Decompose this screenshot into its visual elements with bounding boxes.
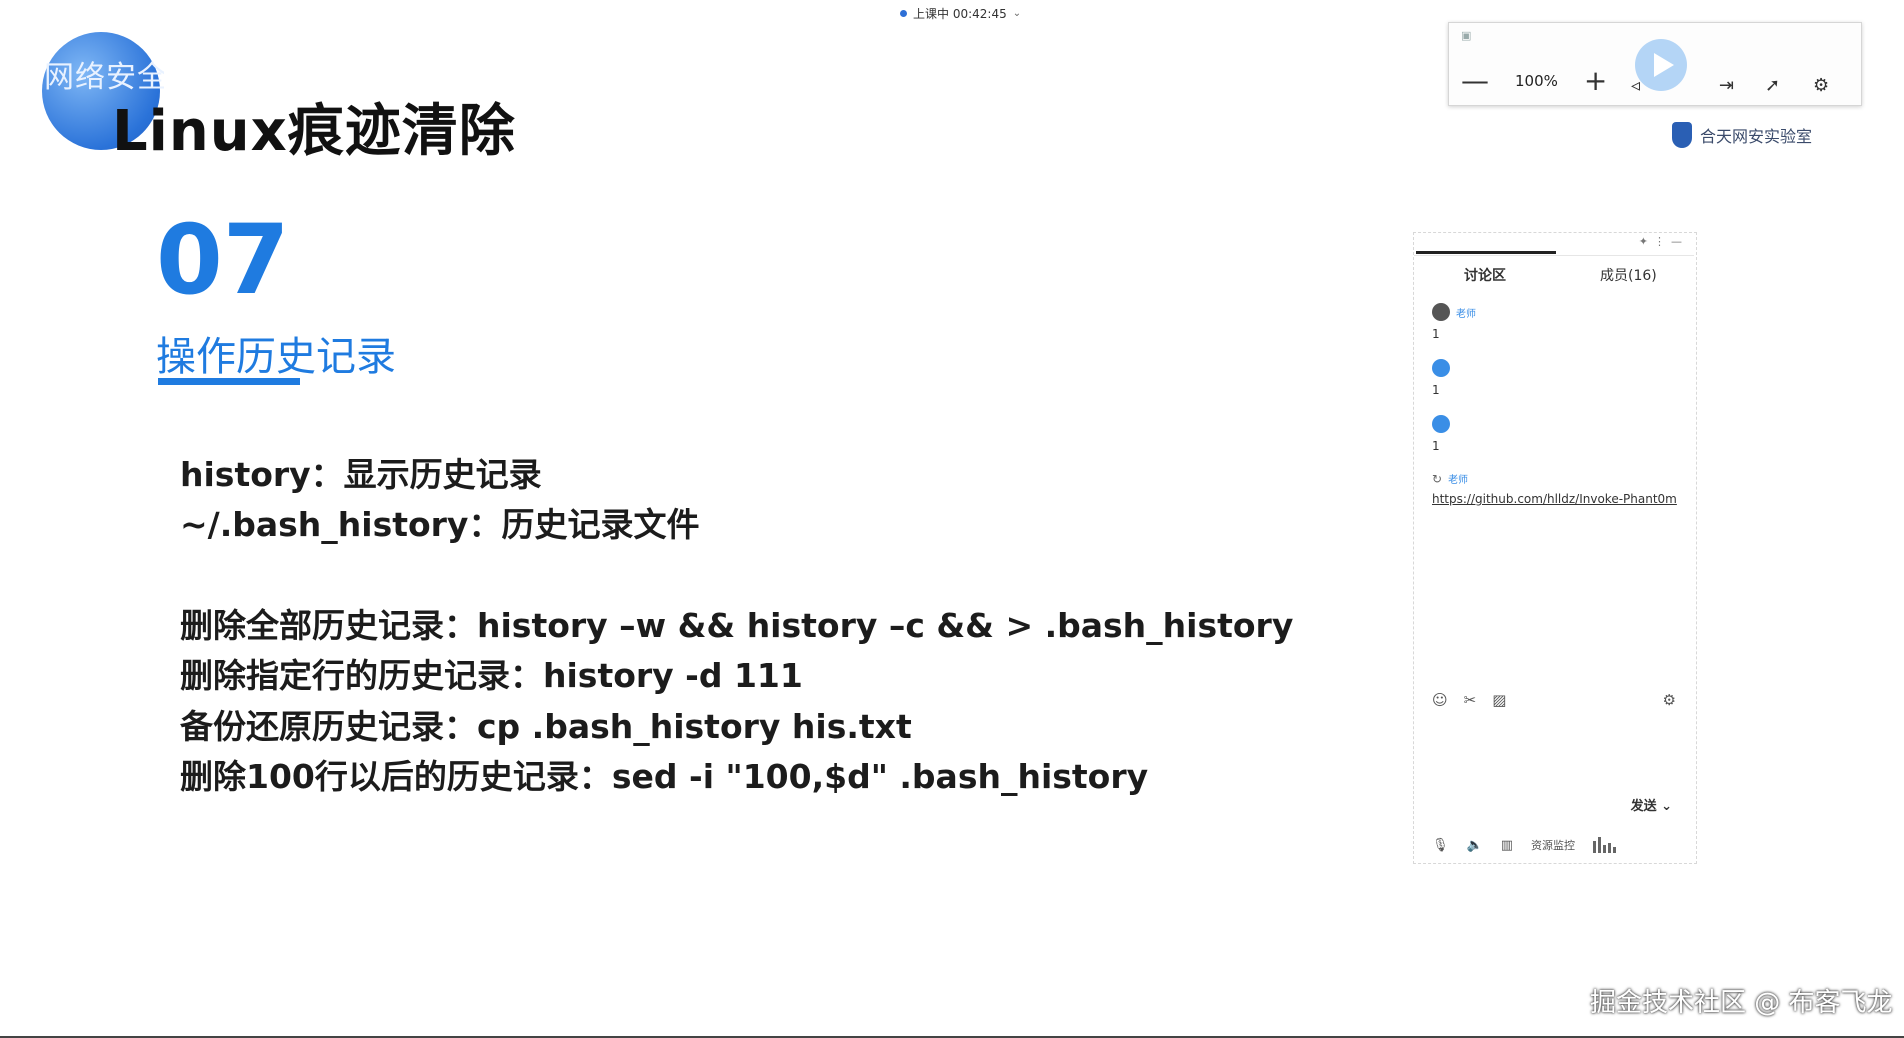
- chat-message: ↻ 老师 https://github.com/hlldz/Invoke-Phan…: [1432, 471, 1677, 507]
- bar-chart-icon[interactable]: ▥: [1501, 838, 1513, 853]
- slide-line: history：显示历史记录: [180, 455, 542, 494]
- toolbar-header: ▣: [1461, 29, 1471, 42]
- emoji-icon[interactable]: ☺: [1432, 691, 1448, 709]
- message-text: 1: [1432, 383, 1440, 397]
- brand-logo: 合天网安实验室: [1672, 122, 1812, 148]
- slide-line: 删除100行以后的历史记录：sed -i "100,$d" .bash_hist…: [180, 757, 1149, 796]
- slide-line: 备份还原历史记录：cp .bash_history his.txt: [180, 707, 912, 746]
- chat-settings-icon[interactable]: ⚙: [1663, 691, 1676, 709]
- avatar: [1432, 359, 1450, 377]
- slide-title: Linux痕迹清除: [112, 99, 516, 164]
- role-badge: 老师: [1448, 475, 1469, 486]
- class-status-text: 上课中 00:42:45: [913, 6, 1007, 21]
- section-underline: [158, 378, 300, 385]
- panel-footer: 🎙 🔈 ▥ 资源监控: [1432, 837, 1616, 853]
- tab-members[interactable]: 成员(16): [1600, 265, 1657, 285]
- speaker-icon[interactable]: 🔈: [1467, 838, 1483, 853]
- section-title: 操作历史记录: [156, 334, 396, 380]
- message-text: 1: [1432, 439, 1440, 453]
- cursor-icon[interactable]: ➚: [1765, 75, 1780, 96]
- message-link[interactable]: https://github.com/hlldz/Invoke-Phant0m: [1432, 492, 1677, 506]
- brand-name: 合天网安实验室: [1700, 127, 1813, 146]
- class-status[interactable]: 上课中 00:42:45 ⌄: [900, 4, 1021, 22]
- chat-panel: ✦⋮— 讨论区 成员(16) 老师 1 1 1 ↻ 老师 https://gith…: [1413, 232, 1697, 864]
- chat-tools: ☺ ✂ ▨: [1432, 691, 1506, 709]
- video-toolbar: ▣ — 100% + ◃ ⇥ ➚ ⚙: [1448, 22, 1862, 106]
- slide-line: ~/.bash_history：历史记录文件: [180, 505, 700, 544]
- link-icon: ↻: [1432, 471, 1443, 486]
- resource-bars-icon: [1593, 837, 1616, 853]
- active-tab-underline: [1416, 251, 1556, 254]
- play-icon[interactable]: [1635, 39, 1687, 91]
- role-badge: 老师: [1456, 308, 1476, 320]
- watermark: 掘金技术社区 @ 布客飞龙: [1590, 988, 1893, 1018]
- zoom-in-button[interactable]: +: [1584, 67, 1607, 95]
- resource-monitor-label[interactable]: 资源监控: [1531, 837, 1575, 853]
- tab-discussion[interactable]: 讨论区: [1464, 265, 1506, 285]
- slide-line: 删除全部历史记录：history –w && history –c && > .…: [180, 606, 1294, 645]
- image-icon[interactable]: ▨: [1492, 691, 1506, 709]
- shield-icon: [1672, 122, 1692, 148]
- settings-icon[interactable]: ⚙: [1813, 75, 1829, 96]
- avatar: [1432, 415, 1450, 433]
- tab-separator: [1414, 255, 1694, 256]
- slide-line: 删除指定行的历史记录：history -d 111: [180, 656, 803, 695]
- zoom-out-button[interactable]: —: [1461, 67, 1489, 95]
- chevron-down-icon[interactable]: ⌄: [1013, 8, 1021, 19]
- send-button[interactable]: 发送 ⌄: [1631, 795, 1672, 814]
- scissors-icon[interactable]: ✂: [1464, 691, 1477, 709]
- zoom-level: 100%: [1515, 72, 1558, 90]
- mic-icon[interactable]: 🎙: [1432, 838, 1449, 853]
- screen-share-icon: ▣: [1461, 29, 1472, 42]
- avatar: [1432, 303, 1450, 321]
- chat-message: 老师 1: [1432, 303, 1476, 341]
- fit-screen-icon[interactable]: ⇥: [1719, 75, 1734, 96]
- live-dot-icon: [900, 9, 907, 17]
- panel-controls[interactable]: ✦⋮—: [1639, 235, 1688, 248]
- chat-message: 1: [1432, 415, 1456, 453]
- volume-icon[interactable]: ◃: [1631, 75, 1640, 96]
- message-text: 1: [1432, 327, 1440, 341]
- chat-message: 1: [1432, 359, 1456, 397]
- section-number: 07: [156, 204, 290, 316]
